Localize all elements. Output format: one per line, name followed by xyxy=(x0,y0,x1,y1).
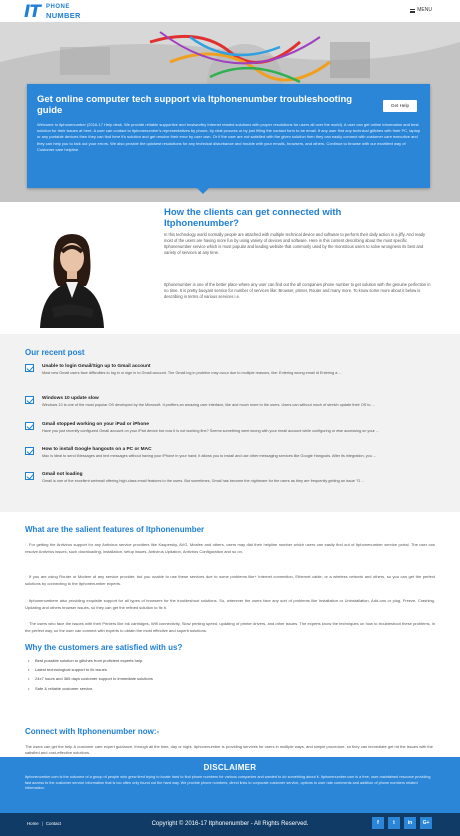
features-title: What are the salient features of Itphone… xyxy=(25,525,205,534)
hero-text: Welcome to itphonenumber (2016-17 Help d… xyxy=(37,122,421,152)
connect-now-title: Connect with Itphonenumber now:- xyxy=(25,727,160,736)
post-excerpt: Windows 10 is one of the most popular OS… xyxy=(42,403,375,407)
site-logo[interactable]: IT PHONE NUMBER xyxy=(24,2,88,22)
hamburger-icon xyxy=(410,8,416,13)
post-excerpt: Mac is ideal to send iMessages and text … xyxy=(42,454,377,458)
checkbox-icon xyxy=(25,472,34,480)
recent-posts-title: Our recent post xyxy=(25,348,85,357)
features-section: What are the salient features of Itphone… xyxy=(0,512,460,752)
checkbox-icon xyxy=(25,422,34,430)
twitter-icon[interactable]: t xyxy=(388,817,400,829)
connect-title: How the clients can get connected with I… xyxy=(164,207,342,229)
facebook-icon[interactable]: f xyxy=(372,817,384,829)
list-item: Best possible solution to glitches from … xyxy=(25,658,325,664)
disclaimer-text: Itphonenumber.com is the outcome of a gr… xyxy=(25,775,431,791)
feature-paragraph: ☞Itphonenumbere also providing exquisite… xyxy=(25,598,435,610)
feature-paragraph: ☞For getting the Antivirus support for a… xyxy=(25,542,435,554)
menu-label: MENU xyxy=(417,7,432,13)
satisfied-title: Why the customers are satisfied with us? xyxy=(25,643,183,652)
list-item: Safe & reliable customer service. xyxy=(25,686,325,692)
list-item: Latest technological support to fix issu… xyxy=(25,667,325,673)
post-title[interactable]: Unable to login Gmail/Sign up to Gmail a… xyxy=(42,363,150,370)
post-excerpt: Most new Gmail users face difficulties t… xyxy=(42,371,342,375)
social-links: f t in G+ xyxy=(372,817,432,829)
post-title[interactable]: How to install Google hangouts on a PC o… xyxy=(42,446,152,453)
post-excerpt: Gmail is one of the excellent webmail of… xyxy=(42,479,365,483)
feature-paragraph: ☞The users who face the issues with thei… xyxy=(25,621,435,633)
connect-paragraph-1: In this technology world normally people… xyxy=(164,232,426,256)
hero-box-pointer xyxy=(197,188,209,194)
hero-title: Get online computer tech support via Itp… xyxy=(37,94,353,117)
connect-now-text: The users can get the help & customer ca… xyxy=(25,744,433,755)
site-footer: Home | Contact Copyright © 2016-17 Itpho… xyxy=(0,813,460,836)
satisfied-list: Best possible solution to glitches from … xyxy=(25,658,325,695)
linkedin-icon[interactable]: in xyxy=(404,817,416,829)
site-header: IT PHONE NUMBER MENU xyxy=(0,0,460,22)
list-item: 24x7 hours and 365 days customer support… xyxy=(25,676,325,682)
hero-banner: Get online computer tech support via Itp… xyxy=(0,22,460,202)
logo-number-text: NUMBER xyxy=(46,11,81,20)
connect-section: How the clients can get connected with I… xyxy=(0,202,460,334)
get-help-button[interactable]: Get Help xyxy=(383,100,417,112)
recent-posts-section: Our recent post Unable to login Gmail/Si… xyxy=(0,334,460,512)
checkbox-icon xyxy=(25,447,34,455)
checkbox-icon xyxy=(25,364,34,372)
post-title[interactable]: Gmail not loading xyxy=(42,471,83,478)
google-plus-icon[interactable]: G+ xyxy=(420,817,432,829)
menu-button[interactable]: MENU xyxy=(410,7,432,15)
hero-info-box: Get online computer tech support via Itp… xyxy=(27,84,430,188)
connect-paragraph-2: Itphonenumber is one of the better place… xyxy=(164,282,431,300)
post-excerpt: Have you just recently configured Gmail … xyxy=(42,429,380,433)
support-agent-image xyxy=(40,234,104,328)
post-title[interactable]: Gmail stopped working on your iPad or iP… xyxy=(42,421,149,428)
feature-paragraph: ☞If you are using Router or Modem of any… xyxy=(25,574,435,586)
disclaimer-title: DISCLAIMER xyxy=(203,763,257,772)
checkbox-icon xyxy=(25,396,34,404)
disclaimer-section: DISCLAIMER Itphonenumber.com is the outc… xyxy=(0,757,460,813)
post-title[interactable]: Windows 10 update slow xyxy=(42,395,99,402)
